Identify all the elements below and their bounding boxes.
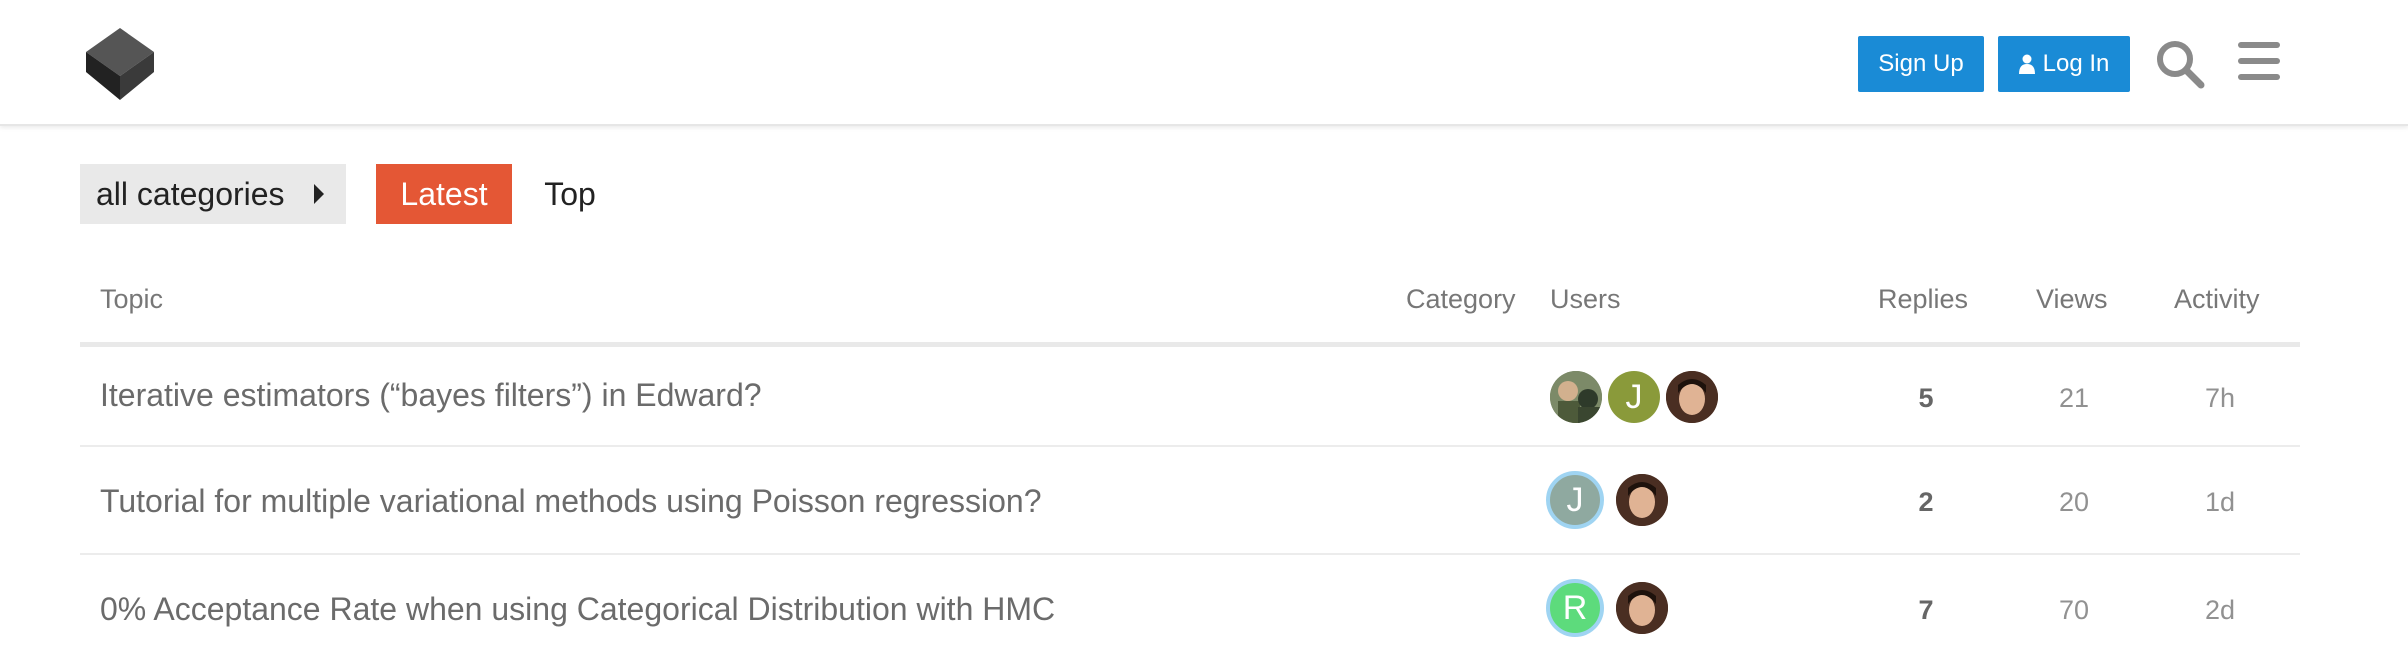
avatar-photo-face-icon (1616, 582, 1668, 634)
table-row: Tutorial for multiple variational method… (80, 447, 2300, 555)
avatar-initial: J (1625, 377, 1643, 416)
column-header-replies[interactable]: Replies (1878, 284, 1968, 315)
table-row: Iterative estimators (“bayes filters”) i… (80, 347, 2300, 447)
user-icon (2018, 54, 2035, 74)
tab-latest[interactable]: Latest (376, 164, 512, 224)
user-avatar[interactable] (1616, 474, 1668, 526)
column-header-users: Users (1550, 284, 1621, 314)
hamburger-menu-icon[interactable] (2236, 38, 2284, 86)
user-avatar[interactable] (1616, 582, 1668, 634)
replies-count: 7 (1918, 595, 1934, 625)
activity-time[interactable]: 1d (2180, 487, 2260, 518)
category-dropdown-label: all categories (96, 175, 285, 212)
user-avatar[interactable] (1666, 371, 1718, 423)
replies-count: 5 (1918, 383, 1934, 413)
user-avatar[interactable] (1550, 371, 1602, 423)
avatar-initial: J (1566, 480, 1584, 519)
search-icon[interactable] (2154, 38, 2206, 90)
topic-title-link[interactable]: 0% Acceptance Rate when using Categorica… (100, 591, 1055, 628)
log-in-label: Log In (2042, 50, 2110, 77)
avatar-photo-face-icon (1666, 371, 1718, 423)
user-avatar[interactable]: J (1608, 371, 1660, 423)
site-logo-icon[interactable] (80, 22, 160, 102)
views-count: 20 (2058, 487, 2090, 517)
column-header-category[interactable]: Category (1406, 284, 1516, 315)
site-header: Sign Up Log In (0, 0, 2408, 126)
activity-time[interactable]: 2d (2180, 595, 2260, 626)
avatar-photo-group-icon (1550, 371, 1602, 423)
caret-right-icon (314, 184, 324, 204)
topic-title-link[interactable]: Tutorial for multiple variational method… (100, 483, 1042, 520)
category-dropdown[interactable]: all categories (80, 164, 346, 224)
column-header-topic[interactable]: Topic (100, 284, 163, 315)
topic-title-link[interactable]: Iterative estimators (“bayes filters”) i… (100, 377, 762, 414)
views-count: 21 (2058, 383, 2090, 413)
sign-up-button[interactable]: Sign Up (1858, 36, 1984, 92)
user-avatar[interactable]: R (1546, 579, 1604, 637)
avatar-photo-face-icon (1616, 474, 1668, 526)
table-row: 0% Acceptance Rate when using Categorica… (80, 555, 2300, 660)
avatar-initial: R (1562, 588, 1588, 627)
views-count: 70 (2058, 595, 2090, 625)
column-header-views[interactable]: Views (2036, 284, 2108, 315)
user-avatar[interactable]: J (1546, 471, 1604, 529)
tab-top[interactable]: Top (530, 164, 610, 224)
column-header-activity[interactable]: Activity (2174, 284, 2260, 315)
log-in-button[interactable]: Log In (1998, 36, 2130, 92)
activity-time[interactable]: 7h (2180, 383, 2260, 414)
replies-count: 2 (1918, 487, 1934, 517)
